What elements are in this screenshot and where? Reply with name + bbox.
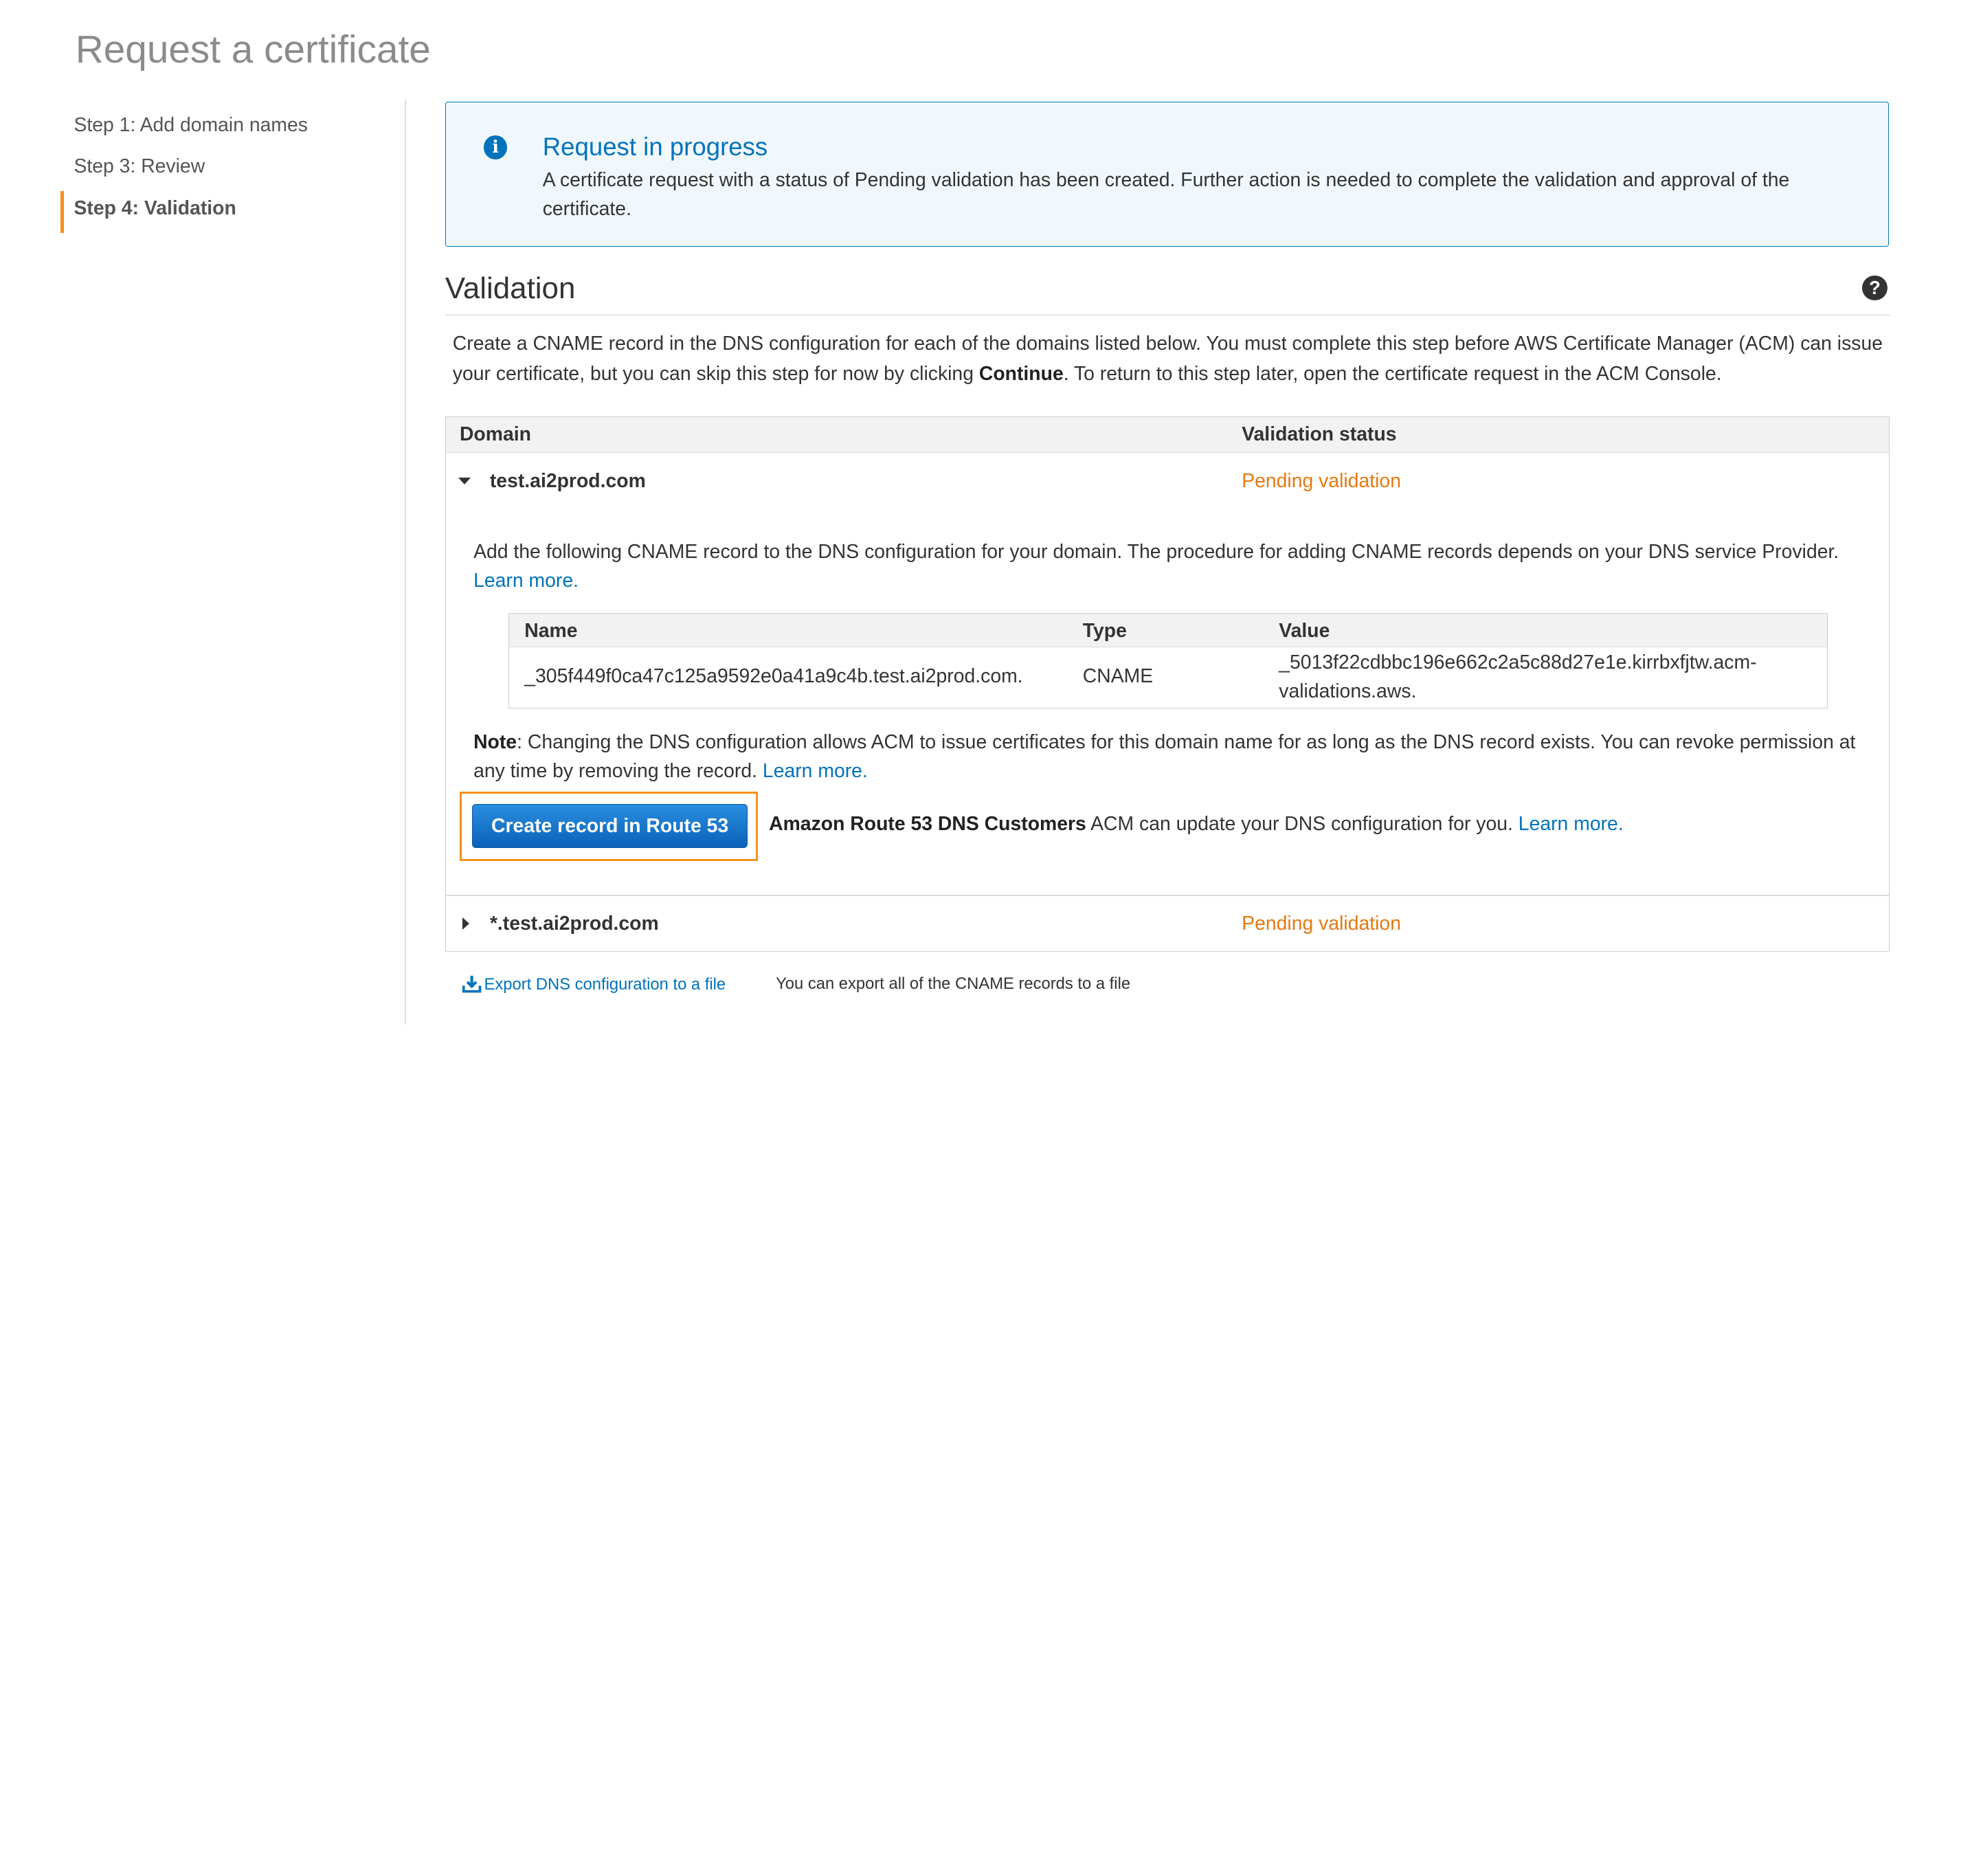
note-learn-more-link[interactable]: Learn more. xyxy=(763,760,868,782)
header-type: Type xyxy=(1082,620,1127,643)
alert-body: A certificate request with a status of P… xyxy=(542,168,1790,220)
section-divider xyxy=(445,314,1890,316)
cname-name: _305f449f0ca47c125a9592e0a41a9c4b.test.a… xyxy=(524,665,1023,687)
dns-note: Note: Changing the DNS configuration all… xyxy=(473,728,1869,785)
step-validation[interactable]: Step 4: Validation xyxy=(60,191,388,233)
request-in-progress-alert: i Request in progress A certificate requ… xyxy=(445,102,1889,247)
step-review[interactable]: Step 3: Review xyxy=(60,150,388,191)
export-dns-link[interactable]: Export DNS configuration to a file xyxy=(462,974,726,994)
validation-heading: Validation xyxy=(445,271,576,306)
table-row-domain[interactable]: test.ai2prod.com xyxy=(490,470,646,493)
download-icon xyxy=(462,976,481,993)
cname-value-line2: validations.aws. xyxy=(1279,680,1417,702)
learn-more-link[interactable]: Learn more. xyxy=(473,570,579,592)
table-row-domain-wildcard[interactable]: *.test.ai2prod.com xyxy=(490,913,659,935)
page-title: Request a certificate xyxy=(75,28,431,72)
table-header: Domain Validation status xyxy=(445,416,1890,453)
note-label: Note xyxy=(473,730,517,753)
export-note: You can export all of the CNAME records … xyxy=(776,974,1131,994)
row-divider xyxy=(445,895,1890,896)
cname-type: CNAME xyxy=(1082,665,1154,687)
desc-text-end: . To return to this step later, open the… xyxy=(1063,363,1722,386)
route53-text: ACM can update your DNS configuration fo… xyxy=(1086,813,1519,836)
sidebar-divider xyxy=(405,100,407,1025)
header-domain: Domain xyxy=(459,423,531,445)
chevron-right-icon[interactable] xyxy=(462,917,470,930)
info-icon: i xyxy=(483,135,508,159)
route53-info: Amazon Route 53 DNS Customers ACM can up… xyxy=(769,813,1624,836)
domain-validation-table: Domain Validation status test.ai2prod.co… xyxy=(445,416,1890,952)
cname-value: _5013f22cdbbc196e662c2a5c88d27e1e.kirrbx… xyxy=(1279,648,1756,706)
desc-continue: Continue xyxy=(978,363,1064,386)
cname-table-header: Name Type Value xyxy=(509,614,1827,647)
route53-learn-more-link[interactable]: Learn more. xyxy=(1519,813,1624,835)
header-value: Value xyxy=(1279,620,1330,643)
question-icon[interactable]: ? xyxy=(1862,275,1887,301)
status-badge: Pending validation xyxy=(1242,469,1401,492)
validation-description: Create a CNAME record in the DNS configu… xyxy=(453,329,1892,390)
cname-record-table: Name Type Value _305f449f0ca47c125a9592e… xyxy=(508,613,1828,709)
header-validation-status: Validation status xyxy=(1242,423,1397,445)
alert-title: Request in progress xyxy=(542,133,768,161)
route53-label: Amazon Route 53 DNS Customers xyxy=(769,813,1086,836)
cname-instructions: Add the following CNAME record to the DN… xyxy=(473,537,1869,595)
create-record-route53-button[interactable]: Create record in Route 53 xyxy=(472,804,748,849)
page: Request a certificate Step 1: Add domain… xyxy=(0,0,1972,1876)
wizard-steps: Step 1: Add domain names Step 3: Review … xyxy=(60,108,388,233)
step-add-domain-names[interactable]: Step 1: Add domain names xyxy=(60,108,388,149)
export-link-text[interactable]: Export DNS configuration to a file xyxy=(484,975,726,994)
status-badge-wildcard: Pending validation xyxy=(1242,912,1401,935)
cname-value-line1: _5013f22cdbbc196e662c2a5c88d27e1e.kirrbx… xyxy=(1279,651,1757,673)
note-text: : Changing the DNS configuration allows … xyxy=(473,730,1856,782)
instructions-text: Add the following CNAME record to the DN… xyxy=(473,541,1839,563)
chevron-down-icon[interactable] xyxy=(458,477,471,485)
header-name: Name xyxy=(524,620,578,643)
